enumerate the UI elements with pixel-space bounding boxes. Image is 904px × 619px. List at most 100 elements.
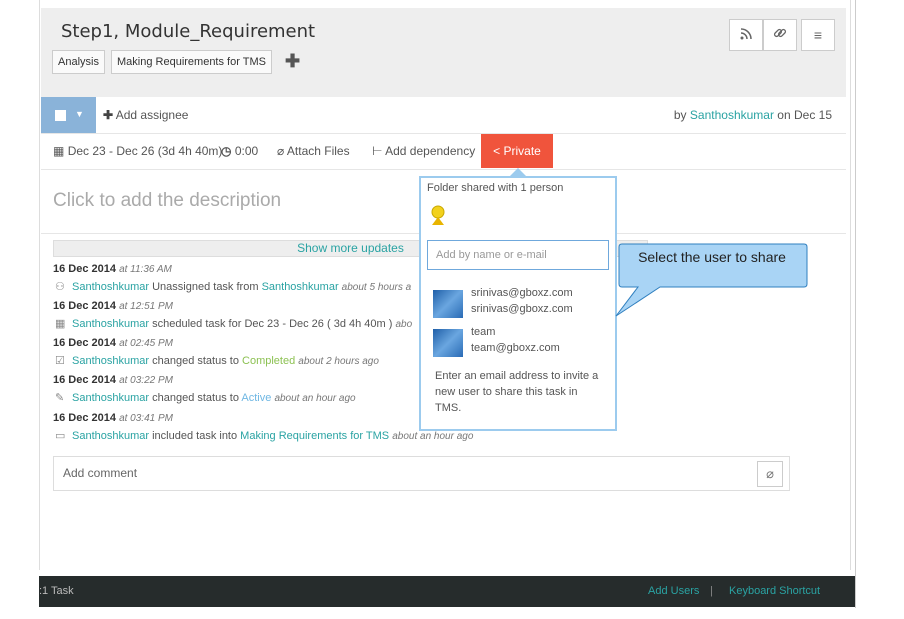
callout-text: Select the user to share (638, 249, 786, 265)
assignee-bar: ▼ ✚ Add assignee by Santhoshkumar on Dec… (41, 97, 846, 134)
private-share-button[interactable]: < Private (481, 134, 553, 168)
add-dependency-button[interactable]: ⊢ Add dependency (372, 144, 475, 158)
update-date: 16 Dec 2014 at 12:51 PM (53, 300, 173, 312)
ago-text: about an hour ago (392, 431, 474, 442)
tag-folder[interactable]: Making Requirements for TMS (111, 50, 272, 74)
private-label: Private (503, 144, 541, 158)
add-assignee-label: Add assignee (115, 108, 189, 122)
task-header: Step1, Module_Requirement Analysis Makin… (41, 8, 846, 97)
folder-link[interactable]: Making Requirements for TMS (240, 430, 389, 442)
invite-note: Enter an email address to invite a new u… (435, 370, 599, 414)
date-text: 16 Dec 2014 (53, 374, 116, 386)
keyboard-shortcut-link[interactable]: Keyboard Shortcut (729, 585, 820, 597)
user-email: team@gboxz.com (471, 342, 560, 354)
user-name: srinivas@gboxz.com (471, 287, 573, 299)
task-count: :1 Task (39, 585, 74, 597)
action-text: included task into (152, 430, 238, 442)
comment-placeholder: Add comment (63, 466, 138, 480)
share-user-option[interactable]: team team@gboxz.com (433, 326, 603, 360)
shared-user-avatar-icon[interactable] (429, 205, 447, 232)
share-user-option[interactable]: srinivas@gboxz.com srinivas@gboxz.com (433, 287, 603, 321)
status-active: Active (241, 392, 272, 404)
menu-icon[interactable]: ≡ (801, 19, 835, 51)
action-text: changed status to (152, 392, 239, 404)
checkbox-checked-icon: ☑ (55, 355, 65, 367)
ago-text: about 5 hours a (341, 282, 412, 293)
footer-divider: | (710, 585, 713, 597)
unassign-user-icon: ⚇ (55, 281, 65, 293)
tag-analysis[interactable]: Analysis (52, 50, 105, 74)
update-date: 16 Dec 2014 at 11:36 AM (53, 263, 172, 275)
ago-text: about an hour ago (274, 393, 356, 404)
author-byline: by Santhoshkumar on Dec 15 (674, 108, 832, 122)
task-actions-bar: ▦ Dec 23 - Dec 26 (3d 4h 40m) ◷ 0:00 ⌀ A… (41, 134, 846, 170)
target-link[interactable]: Santhoshkumar (262, 281, 339, 293)
dependency-icon: ⊢ (372, 144, 383, 158)
user-link[interactable]: Santhoshkumar (72, 430, 149, 442)
attach-files-button[interactable]: ⌀ Attach Files (277, 144, 350, 158)
time-label: 0:00 (234, 144, 259, 158)
select-dropdown-button[interactable]: ▼ (41, 97, 96, 133)
date-text: 16 Dec 2014 (53, 300, 116, 312)
user-name: team (471, 326, 496, 338)
user-link[interactable]: Santhoshkumar (72, 392, 149, 404)
rss-icon[interactable] (729, 19, 763, 51)
action-text: changed status to (152, 355, 239, 367)
calendar-icon: ▦ (55, 318, 66, 330)
time-text: at 11:36 AM (119, 264, 172, 275)
task-title[interactable]: Step1, Module_Requirement (61, 21, 315, 42)
author-link[interactable]: Santhoshkumar (690, 108, 774, 122)
action-text: Unassigned task from (152, 281, 259, 293)
user-link[interactable]: Santhoshkumar (72, 281, 149, 293)
share-search-input[interactable]: Add by name or e-mail (427, 240, 609, 270)
update-date: 16 Dec 2014 at 02:45 PM (53, 337, 173, 349)
share-icon: < (493, 144, 501, 158)
update-entry: ▭ Santhoshkumar included task into Making… (55, 429, 473, 442)
date-range-button[interactable]: ▦ Dec 23 - Dec 26 (3d 4h 40m) (53, 144, 222, 158)
ago-text: about 2 hours ago (298, 356, 379, 367)
time-text: at 12:51 PM (119, 301, 173, 312)
plus-icon: ✚ (103, 108, 114, 122)
folder-icon: ▭ (55, 430, 66, 442)
time-text: at 03:41 PM (119, 413, 173, 424)
date-range-label: Dec 23 - Dec 26 (3d 4h 40m) (67, 144, 223, 158)
add-dependency-label: Add dependency (385, 144, 476, 158)
popup-arrow (510, 168, 526, 176)
comment-box[interactable]: Add comment ⌀ (53, 456, 790, 491)
action-text: scheduled task for Dec 23 - Dec 26 ( 3d … (152, 318, 393, 330)
update-date: 16 Dec 2014 at 03:22 PM (53, 374, 173, 386)
time-text: at 02:45 PM (119, 338, 173, 349)
avatar (433, 329, 463, 357)
time-text: at 03:22 PM (119, 375, 173, 386)
add-assignee-button[interactable]: ✚ Add assignee (103, 108, 188, 122)
share-header: Folder shared with 1 person (427, 182, 564, 194)
timer-button[interactable]: ◷ 0:00 (221, 144, 258, 158)
avatar (433, 290, 463, 318)
ago-text: abo (395, 319, 413, 330)
attach-files-label: Attach Files (286, 144, 350, 158)
paperclip-icon: ⌀ (277, 144, 285, 158)
date-text: 16 Dec 2014 (53, 263, 116, 275)
paperclip-icon[interactable]: ⌀ (757, 461, 783, 487)
update-entry: ☑ Santhoshkumar changed status to Complet… (55, 354, 379, 367)
clock-icon: ◷ (221, 144, 232, 158)
link-icon[interactable] (763, 19, 797, 51)
footer-bar: :1 Task Add Users | Keyboard Shortcut (39, 576, 855, 607)
update-entry: ▦ Santhoshkumar scheduled task for Dec 23… (55, 317, 412, 330)
update-date: 16 Dec 2014 at 03:41 PM (53, 412, 173, 424)
calendar-icon: ▦ (53, 144, 65, 158)
user-email: srinivas@gboxz.com (471, 303, 573, 315)
by-prefix: by (673, 108, 687, 122)
edit-icon: ✎ (55, 392, 65, 404)
scroll-divider (855, 0, 856, 608)
add-users-link[interactable]: Add Users (648, 585, 699, 597)
date-text: 16 Dec 2014 (53, 337, 116, 349)
checkbox-icon (55, 110, 66, 121)
description-placeholder[interactable]: Click to add the description (53, 190, 281, 212)
share-popup: Folder shared with 1 person Add by name … (419, 176, 617, 431)
user-link[interactable]: Santhoshkumar (72, 318, 149, 330)
date-text: 16 Dec 2014 (53, 412, 116, 424)
status-completed: Completed (242, 355, 296, 367)
add-tag-plus-icon[interactable]: ✚ (285, 51, 300, 72)
user-link[interactable]: Santhoshkumar (72, 355, 149, 367)
